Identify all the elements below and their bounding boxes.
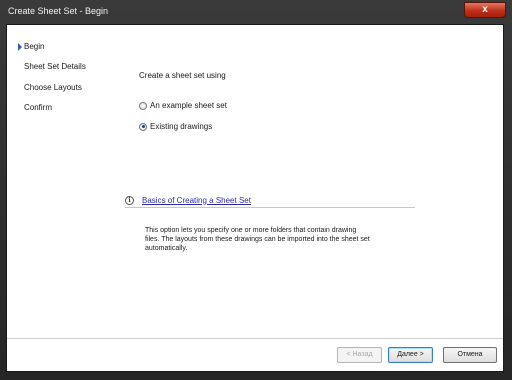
options-heading: Create a sheet set using [139, 71, 226, 80]
option-label: Existing drawings [150, 122, 213, 131]
step-label: Sheet Set Details [24, 62, 86, 71]
dialog-window: Create Sheet Set - Begin x Begin Sheet S… [0, 0, 512, 380]
step-label: Begin [24, 42, 45, 51]
title-bar[interactable]: Create Sheet Set - Begin x [0, 0, 512, 22]
radio-button-unselected[interactable] [139, 101, 147, 110]
dialog-client-area: Begin Sheet Set Details Choose Layouts C… [6, 24, 504, 372]
window-title: Create Sheet Set - Begin [8, 6, 109, 16]
step-label: Choose Layouts [24, 83, 82, 92]
info-icon: i [125, 195, 134, 205]
step-sheet-set-details[interactable]: Sheet Set Details [24, 62, 86, 71]
next-button[interactable]: Далее > [388, 347, 433, 363]
example-sheet-set-option[interactable]: An example sheet set [139, 101, 227, 110]
help-row: i Basics of Creating a Sheet Set [125, 193, 415, 208]
close-button[interactable]: x [464, 2, 506, 18]
existing-drawings-option[interactable]: Existing drawings [139, 122, 212, 131]
button-divider [7, 338, 503, 339]
step-begin[interactable]: Begin [18, 42, 45, 51]
current-step-arrow-icon [18, 43, 22, 51]
back-button[interactable]: < Назад [337, 347, 382, 363]
wizard-content: Create a sheet set using An example shee… [117, 25, 505, 335]
step-choose-layouts[interactable]: Choose Layouts [24, 83, 82, 92]
help-link[interactable]: Basics of Creating a Sheet Set [142, 196, 251, 205]
option-label: An example sheet set [150, 101, 227, 110]
wizard-steps-sidebar: Begin Sheet Set Details Choose Layouts C… [7, 25, 117, 335]
step-label: Confirm [24, 103, 53, 112]
cancel-button[interactable]: Отмена [443, 347, 497, 363]
radio-button-selected[interactable] [139, 122, 147, 131]
step-confirm[interactable]: Confirm [24, 103, 52, 112]
option-description: This option lets you specify one or more… [145, 227, 370, 252]
